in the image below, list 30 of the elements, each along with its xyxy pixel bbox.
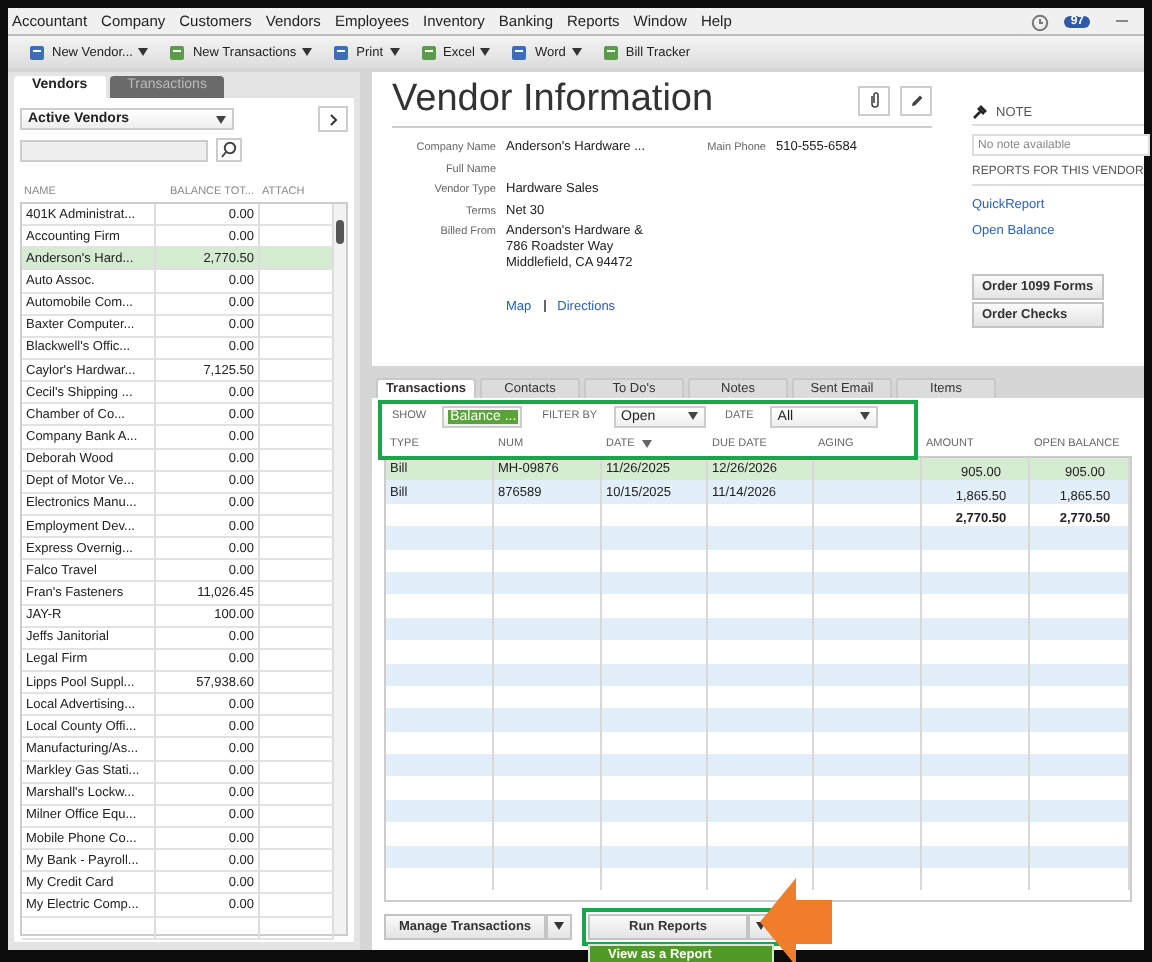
edit-button[interactable] — [900, 85, 932, 115]
paperclip-icon — [869, 92, 879, 108]
alarm-clock-icon[interactable] — [1030, 11, 1051, 31]
document-icon — [510, 43, 529, 61]
document-icon — [332, 43, 351, 61]
scrollbar[interactable] — [334, 204, 346, 934]
sort-down-icon — [642, 440, 653, 448]
document-icon — [419, 43, 438, 61]
chevron-right-icon — [329, 113, 337, 125]
caret-icon — [389, 48, 400, 56]
pointer-arrow — [760, 878, 832, 962]
caret-icon — [138, 48, 149, 56]
caret-icon — [216, 115, 226, 123]
caret-icon — [302, 48, 313, 56]
caret-icon — [554, 921, 564, 929]
caret-icon — [859, 412, 870, 420]
search-icon[interactable] — [216, 138, 242, 162]
pencil-icon — [909, 93, 923, 107]
expand-panel-button[interactable] — [318, 106, 348, 132]
caret-icon — [480, 48, 491, 56]
dropdown-button[interactable] — [546, 913, 572, 939]
document-icon — [28, 43, 46, 61]
search-field[interactable] — [20, 139, 208, 161]
pin-icon — [972, 104, 988, 120]
attach-button[interactable] — [858, 85, 890, 115]
caret-icon — [571, 48, 582, 56]
caret-icon — [687, 412, 698, 420]
page-title: Vendor Information — [392, 78, 716, 122]
document-icon — [601, 43, 620, 61]
document-icon — [168, 43, 187, 61]
